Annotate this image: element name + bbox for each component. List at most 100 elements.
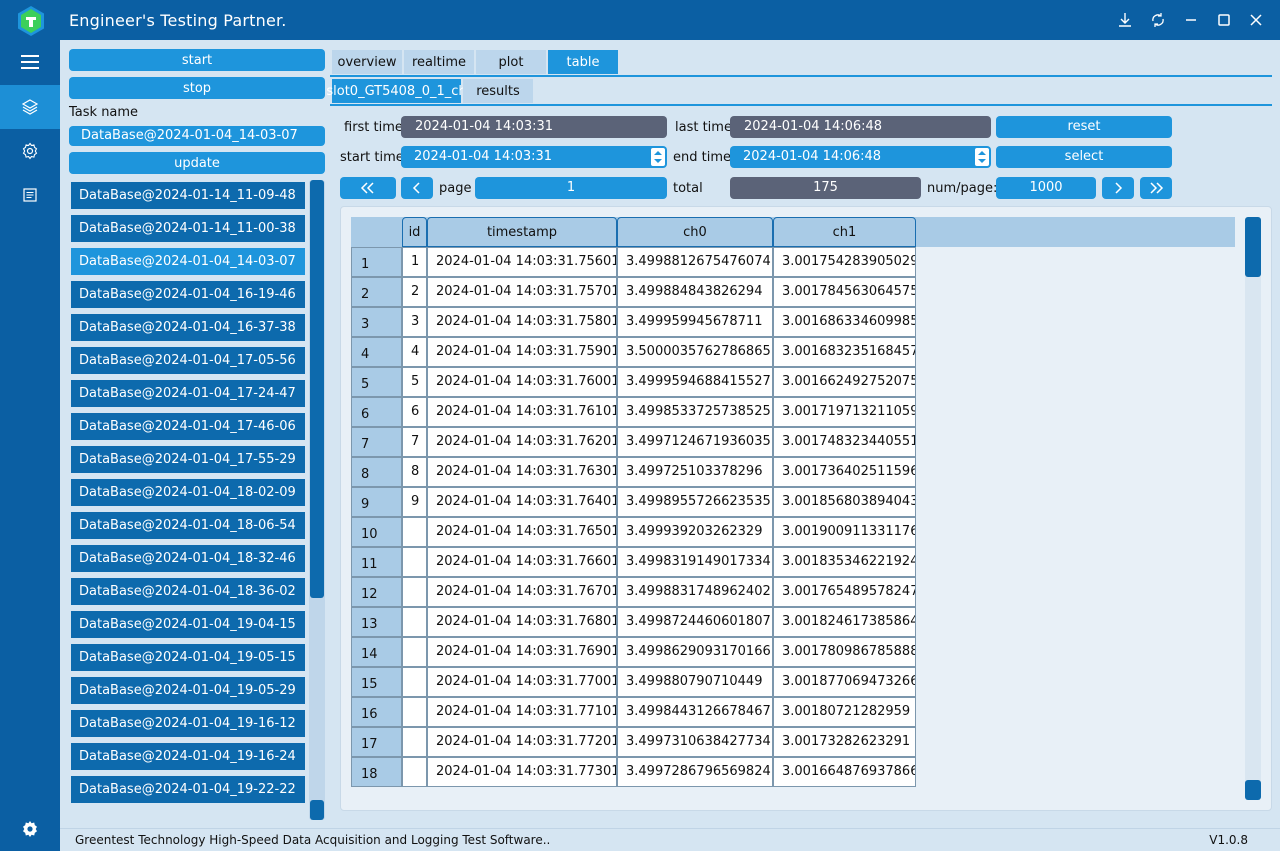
page-input[interactable]: 1 — [475, 177, 667, 199]
table-cell-ch1[interactable]: 3.001765489578247 — [773, 577, 916, 607]
row-number[interactable]: 3 — [351, 307, 402, 337]
table-cell-ch1[interactable]: 3.0016863346099854 — [773, 307, 916, 337]
table-cell-ch1[interactable]: 3.001664876937866 — [773, 757, 916, 787]
table-cell-ch0[interactable]: 3.4998629093170166 — [617, 637, 773, 667]
table-row[interactable]: 10 2024-01-04 14:03:31.765018 3.4999392032… — [351, 517, 917, 547]
column-header-ch0[interactable]: ch0 — [617, 217, 773, 247]
table-row[interactable]: 11 2024-01-04 14:03:31.766018 3.4998319149… — [351, 547, 917, 577]
row-number[interactable]: 5 — [351, 367, 402, 397]
row-number[interactable]: 7 — [351, 427, 402, 457]
tab-realtime[interactable]: realtime — [404, 50, 474, 74]
table-cell-id[interactable] — [402, 637, 427, 667]
table-row[interactable]: 18 2024-01-04 14:03:31.773018 3.4997286796… — [351, 757, 917, 787]
table-cell-ch0[interactable]: 3.4998955726623535 — [617, 487, 773, 517]
row-number[interactable]: 15 — [351, 667, 402, 697]
table-cell-timestamp[interactable]: 2024-01-04 14:03:31.768018 — [427, 607, 617, 637]
table-row[interactable]: 3 3 2024-01-04 14:03:31.758018 3.4999599456… — [351, 307, 917, 337]
table-cell-timestamp[interactable]: 2024-01-04 14:03:31.769018 — [427, 637, 617, 667]
table-cell-ch1[interactable]: 3.0017483234405518 — [773, 427, 916, 457]
row-number[interactable]: 8 — [351, 457, 402, 487]
database-list-item[interactable]: DataBase@2024-01-04_18-32-46 — [71, 545, 305, 572]
refresh-icon[interactable] — [1148, 10, 1168, 30]
tab-table[interactable]: table — [548, 50, 618, 74]
table-scrollbar[interactable] — [1245, 217, 1261, 800]
subtab-results[interactable]: results — [463, 79, 533, 103]
table-cell-timestamp[interactable]: 2024-01-04 14:03:31.759018 — [427, 337, 617, 367]
subtab-slot0[interactable]: slot0_GT5408_0_1_ch — [326, 79, 467, 103]
table-row[interactable]: 6 6 2024-01-04 14:03:31.761018 3.4998533725… — [351, 397, 917, 427]
update-button[interactable]: update — [69, 152, 325, 174]
table-cell-ch0[interactable]: 3.4998831748962402 — [617, 577, 773, 607]
database-list-item[interactable]: DataBase@2024-01-04_19-05-29 — [71, 677, 305, 704]
table-row[interactable]: 5 5 2024-01-04 14:03:31.760018 3.4999594688… — [351, 367, 917, 397]
menu-icon[interactable] — [0, 40, 60, 84]
table-row[interactable]: 8 8 2024-01-04 14:03:31.763018 3.4997251033… — [351, 457, 917, 487]
row-number[interactable]: 13 — [351, 607, 402, 637]
database-list-item[interactable]: DataBase@2024-01-04_18-36-02 — [71, 578, 305, 605]
table-cell-timestamp[interactable]: 2024-01-04 14:03:31.757018 — [427, 277, 617, 307]
table-row[interactable]: 16 2024-01-04 14:03:31.771018 3.4998443126… — [351, 697, 917, 727]
table-cell-ch1[interactable]: 3.00180721282959 — [773, 697, 916, 727]
table-cell-timestamp[interactable]: 2024-01-04 14:03:31.761018 — [427, 397, 617, 427]
table-row[interactable]: 7 7 2024-01-04 14:03:31.762018 3.4997124671… — [351, 427, 917, 457]
table-cell-ch0[interactable]: 3.4998443126678467 — [617, 697, 773, 727]
layers-icon[interactable] — [0, 85, 60, 129]
database-list-item[interactable]: DataBase@2024-01-14_11-09-48 — [71, 182, 305, 209]
database-list-item[interactable]: DataBase@2024-01-04_19-04-15 — [71, 611, 305, 638]
table-cell-ch1[interactable]: 3.0018770694732666 — [773, 667, 916, 697]
table-cell-ch0[interactable]: 3.499939203262329 — [617, 517, 773, 547]
table-cell-ch1[interactable]: 3.0017542839050293 — [773, 247, 916, 277]
table-cell-ch1[interactable]: 3.001856803894043 — [773, 487, 916, 517]
table-cell-ch1[interactable]: 3.001835346221924 — [773, 547, 916, 577]
maximize-icon[interactable] — [1214, 10, 1234, 30]
table-cell-id[interactable] — [402, 517, 427, 547]
table-cell-id[interactable]: 2 — [402, 277, 427, 307]
table-row[interactable]: 1 1 2024-01-04 14:03:31.756018 3.4998812675… — [351, 247, 917, 277]
database-list-item[interactable]: DataBase@2024-01-04_19-05-15 — [71, 644, 305, 671]
database-list-item[interactable]: DataBase@2024-01-04_19-16-12 — [71, 710, 305, 737]
table-cell-ch1[interactable]: 3.0017197132110596 — [773, 397, 916, 427]
table-row[interactable]: 14 2024-01-04 14:03:31.769018 3.4998629093… — [351, 637, 917, 667]
first-page-icon[interactable] — [340, 177, 396, 199]
table-cell-timestamp[interactable]: 2024-01-04 14:03:31.763018 — [427, 457, 617, 487]
download-icon[interactable] — [1115, 10, 1135, 30]
table-cell-id[interactable]: 5 — [402, 367, 427, 397]
table-cell-ch1[interactable]: 3.001784563064575 — [773, 277, 916, 307]
table-cell-id[interactable] — [402, 727, 427, 757]
database-list-item[interactable]: DataBase@2024-01-04_16-37-38 — [71, 314, 305, 341]
end-time-input[interactable]: 2024-01-04 14:06:48 — [730, 146, 991, 168]
table-cell-ch1[interactable]: 3.001683235168457 — [773, 337, 916, 367]
table-cell-id[interactable]: 3 — [402, 307, 427, 337]
row-number[interactable]: 16 — [351, 697, 402, 727]
table-cell-id[interactable] — [402, 607, 427, 637]
prev-page-icon[interactable] — [401, 177, 433, 199]
database-list-item[interactable]: DataBase@2024-01-04_17-55-29 — [71, 446, 305, 473]
table-row[interactable]: 12 2024-01-04 14:03:31.767018 3.4998831748… — [351, 577, 917, 607]
table-cell-ch0[interactable]: 3.5000035762786865 — [617, 337, 773, 367]
table-cell-timestamp[interactable]: 2024-01-04 14:03:31.758018 — [427, 307, 617, 337]
gear-icon[interactable] — [0, 129, 60, 173]
table-cell-id[interactable] — [402, 547, 427, 577]
tab-overview[interactable]: overview — [332, 50, 402, 74]
table-cell-ch0[interactable]: 3.499725103378296 — [617, 457, 773, 487]
table-cell-id[interactable]: 9 — [402, 487, 427, 517]
table-cell-ch0[interactable]: 3.4997124671936035 — [617, 427, 773, 457]
table-scrollbar-down-button[interactable] — [1245, 780, 1261, 800]
table-cell-timestamp[interactable]: 2024-01-04 14:03:31.760018 — [427, 367, 617, 397]
close-icon[interactable] — [1246, 10, 1266, 30]
table-row[interactable]: 4 4 2024-01-04 14:03:31.759018 3.5000035762… — [351, 337, 917, 367]
table-cell-id[interactable]: 8 — [402, 457, 427, 487]
table-cell-ch0[interactable]: 3.4997286796569824 — [617, 757, 773, 787]
table-cell-ch1[interactable]: 3.001662492752075 — [773, 367, 916, 397]
database-list-item[interactable]: DataBase@2024-01-04_16-19-46 — [71, 281, 305, 308]
last-page-icon[interactable] — [1140, 177, 1172, 199]
document-icon[interactable] — [0, 173, 60, 217]
column-header-timestamp[interactable]: timestamp — [427, 217, 617, 247]
row-number[interactable]: 14 — [351, 637, 402, 667]
minimize-icon[interactable] — [1181, 10, 1201, 30]
table-cell-timestamp[interactable]: 2024-01-04 14:03:31.764018 — [427, 487, 617, 517]
table-cell-ch0[interactable]: 3.499959945678711 — [617, 307, 773, 337]
database-list-item[interactable]: DataBase@2024-01-04_14-03-07 — [71, 248, 305, 275]
start-time-input[interactable]: 2024-01-04 14:03:31 — [401, 146, 667, 168]
database-list-item[interactable]: DataBase@2024-01-04_18-02-09 — [71, 479, 305, 506]
